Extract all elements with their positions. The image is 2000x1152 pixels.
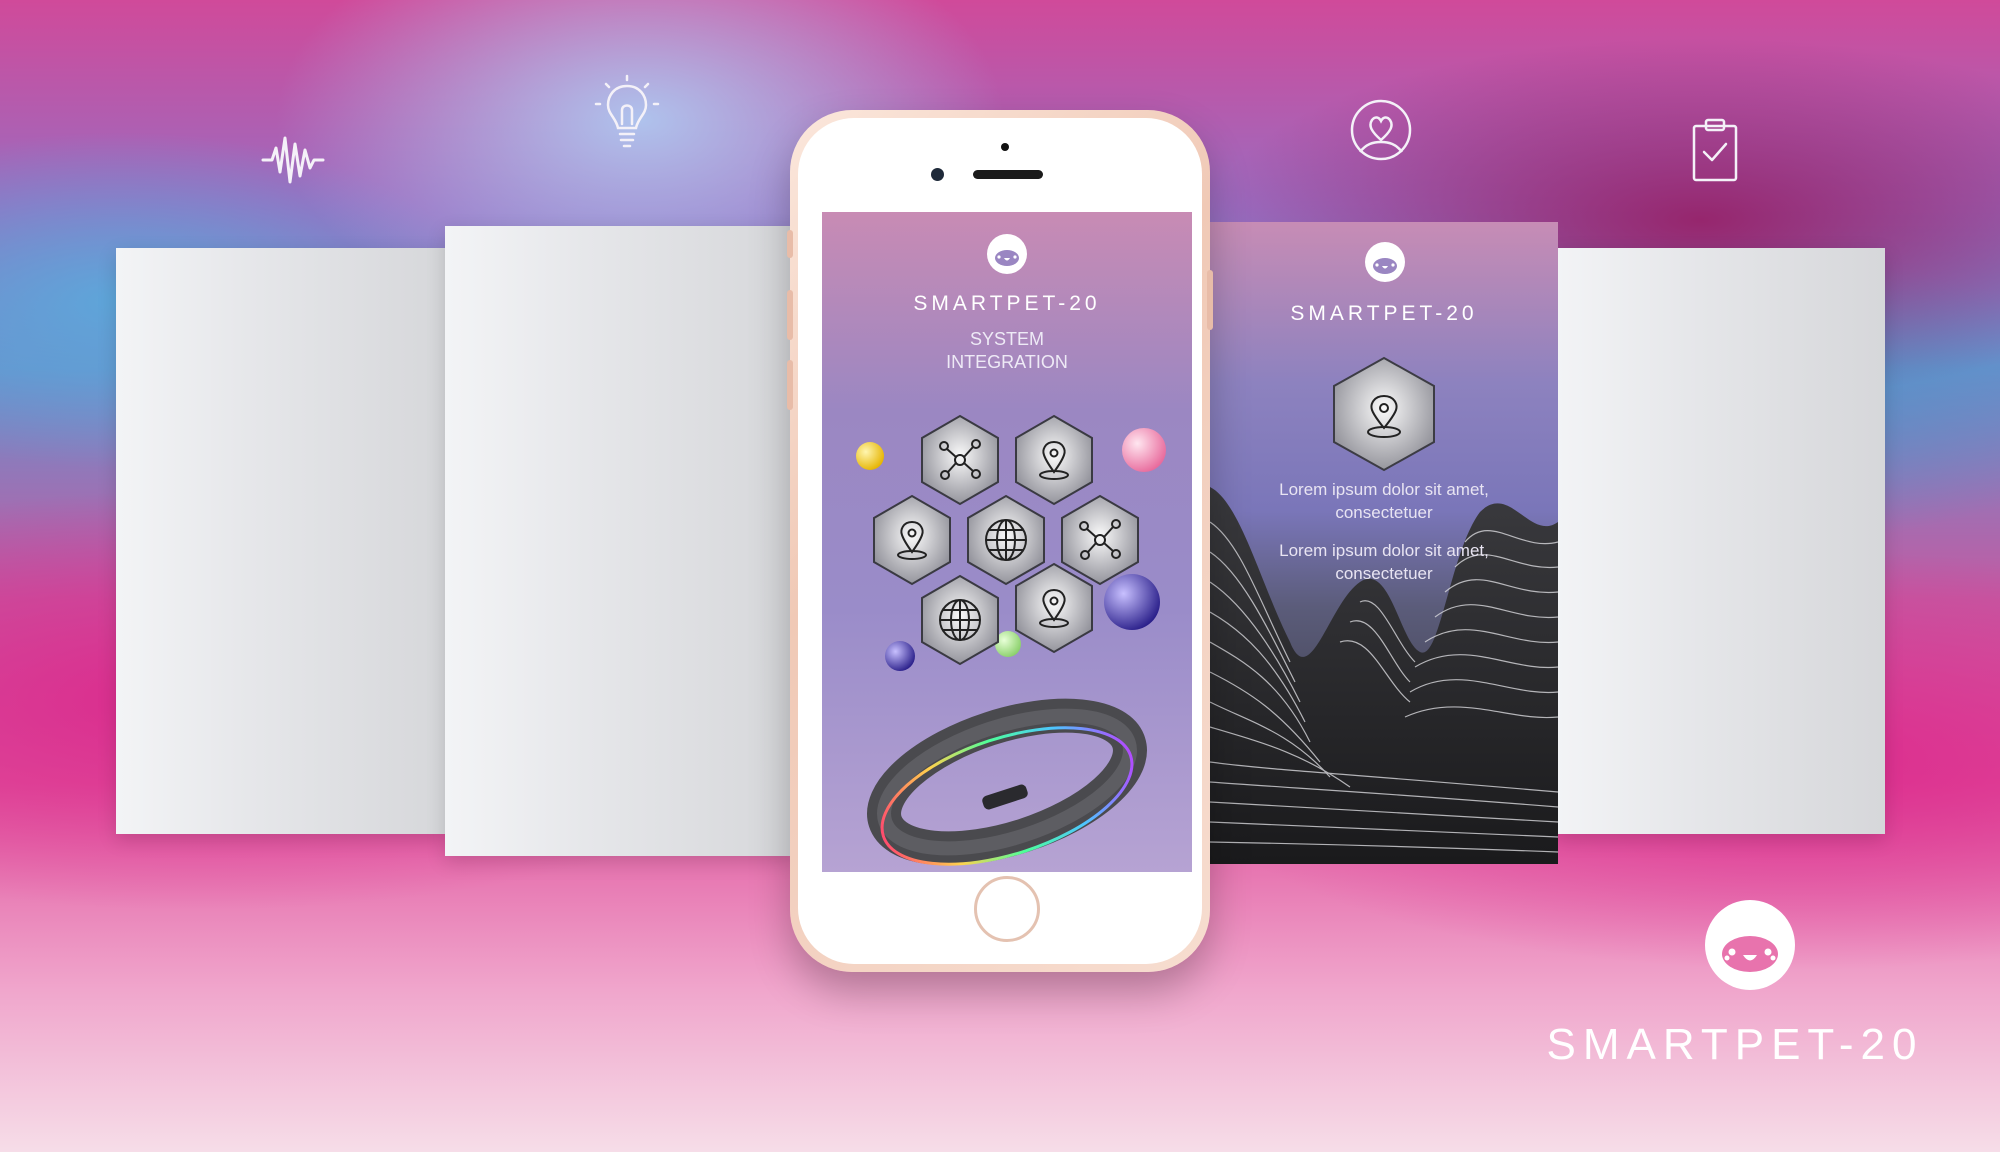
phone-mockup: SMARTPET-20 SYSTEM INTEGRATION <box>787 110 1213 972</box>
screen2-title: SMARTPET-20 <box>1290 302 1478 325</box>
power-button <box>1207 270 1213 330</box>
location-hex-icon <box>1333 356 1435 472</box>
soundwave-icon <box>261 136 325 184</box>
hex-feature-grid <box>856 414 1166 671</box>
screen2-text2-line1: Lorem ipsum dolor sit amet, <box>1279 541 1489 560</box>
home-button[interactable] <box>974 876 1040 942</box>
app-screen-system-integration: SMARTPET-20 SYSTEM INTEGRATION <box>822 212 1192 872</box>
front-camera <box>931 168 944 181</box>
mute-switch <box>787 230 793 258</box>
volume-down-button <box>787 360 793 410</box>
location-pin-icon <box>873 494 951 586</box>
lightbulb-icon <box>594 74 660 148</box>
globe-icon <box>967 494 1045 586</box>
brand-logo-large <box>1705 900 1795 990</box>
earpiece-speaker <box>973 170 1043 179</box>
clipboard-check-icon <box>1692 118 1738 182</box>
blue-sphere-large <box>1104 574 1160 630</box>
right-outer-panel <box>1555 248 1885 834</box>
brand-logo-small <box>1365 242 1405 282</box>
blue-sphere-small <box>885 641 915 671</box>
app-screen-location: SMARTPET-20 Lorem ipsum dolor sit amet, … <box>1210 222 1558 864</box>
user-heart-icon <box>1350 99 1412 161</box>
smart-collar-device <box>867 698 1147 866</box>
pet-face-icon <box>1373 258 1397 274</box>
left-inner-panel <box>445 226 795 856</box>
left-outer-panel <box>116 248 446 834</box>
proximity-sensor <box>1001 143 1009 151</box>
brand-wordmark: SMARTPET-20 <box>1546 1020 1924 1069</box>
screen1-title: SMARTPET-20 <box>913 292 1101 315</box>
pet-face-icon <box>1722 936 1778 972</box>
phone-face: SMARTPET-20 SYSTEM INTEGRATION <box>798 118 1202 964</box>
yellow-sphere <box>856 442 884 470</box>
screen2-text1-line2: consectetuer <box>1335 503 1433 522</box>
network-icon <box>921 414 999 506</box>
volume-up-button <box>787 290 793 340</box>
network-icon <box>1061 494 1139 586</box>
screen2-text2-line2: consectetuer <box>1335 564 1433 583</box>
screen2-text1-line1: Lorem ipsum dolor sit amet, <box>1279 480 1489 499</box>
screen1-subtitle-line2: INTEGRATION <box>946 352 1068 372</box>
location-pin-icon <box>1015 414 1093 506</box>
brand-logo-small <box>987 234 1027 274</box>
screen1-subtitle-line1: SYSTEM <box>969 329 1044 349</box>
globe-icon <box>921 574 999 666</box>
pink-sphere <box>1122 428 1166 472</box>
pet-face-icon <box>995 250 1019 266</box>
location-pin-icon <box>1015 562 1093 654</box>
